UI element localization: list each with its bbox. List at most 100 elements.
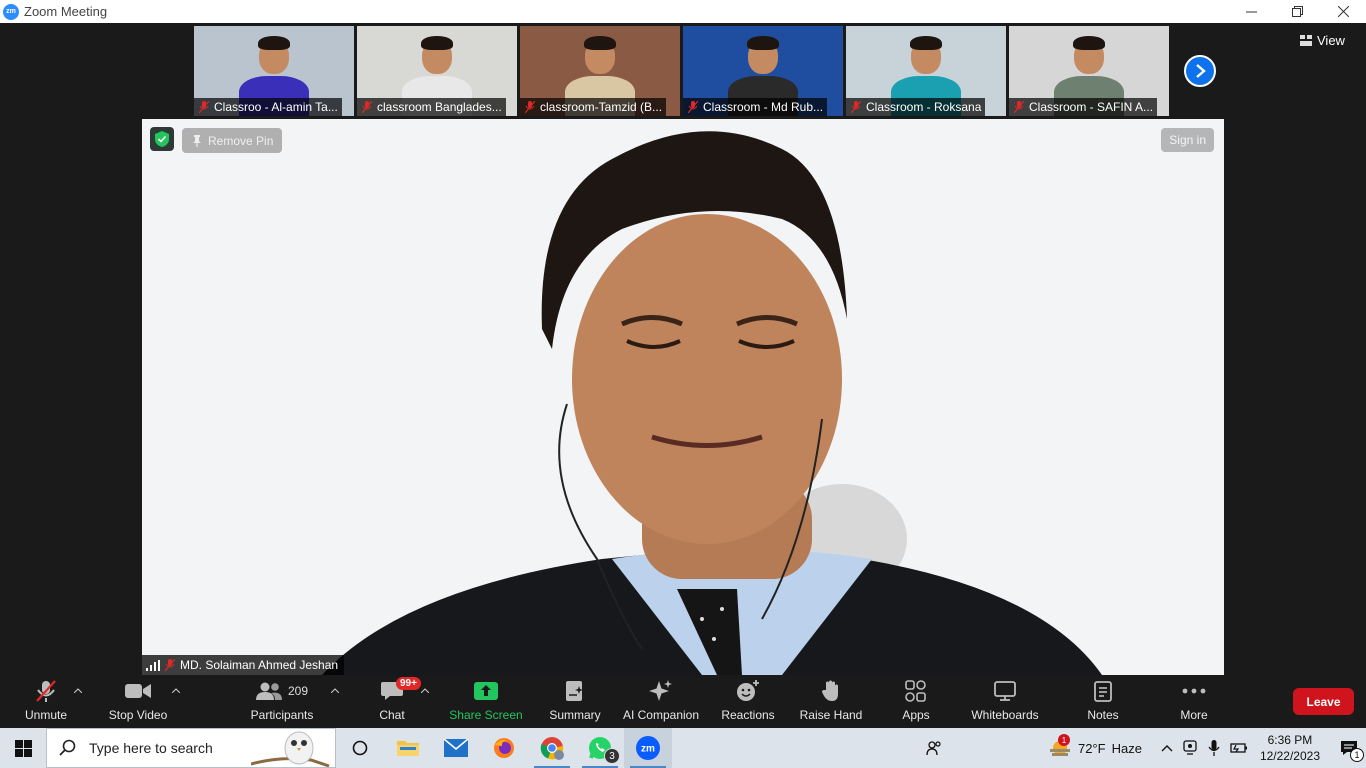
battery-tray-button[interactable] — [1226, 742, 1252, 754]
share-screen-button[interactable]: Share Screen — [446, 675, 526, 728]
meeting-area: Classroo - Al-amin Ta... classroom Bangl… — [0, 23, 1366, 675]
more-button[interactable]: More — [1174, 675, 1214, 728]
close-button[interactable] — [1320, 0, 1366, 23]
participant-name: Classroom - Md Rub... — [703, 100, 824, 114]
stop-video-label: Stop Video — [108, 708, 168, 722]
participant-name-label: Classroo - Al-amin Ta... — [194, 98, 342, 116]
window-titlebar: zm Zoom Meeting — [0, 0, 1366, 23]
ai-companion-button[interactable]: AI Companion — [620, 675, 702, 728]
chevron-right-icon — [1196, 64, 1206, 78]
mic-muted-icon — [165, 659, 175, 671]
sparkle-icon — [649, 680, 672, 701]
webcam-tray-button[interactable] — [1178, 740, 1202, 756]
taskbar-firefox[interactable] — [480, 728, 528, 768]
taskbar-whatsapp[interactable]: 3 — [576, 728, 624, 768]
security-shield-button[interactable] — [150, 127, 174, 151]
video-options-caret[interactable] — [171, 685, 181, 696]
people-button[interactable] — [920, 740, 948, 756]
clock-time: 6:36 PM — [1267, 733, 1313, 747]
notification-center-button[interactable]: 1 — [1332, 740, 1366, 762]
participant-thumbnail[interactable]: Classroom - SAFIN A... — [1009, 26, 1169, 116]
task-view-button[interactable] — [336, 728, 384, 768]
chevron-up-icon — [1161, 744, 1173, 751]
whatsapp-badge: 3 — [604, 748, 620, 764]
participant-hair — [747, 36, 779, 50]
minimize-button[interactable] — [1228, 0, 1274, 23]
zoom-logo: zm — [3, 3, 19, 20]
participant-thumbnail[interactable]: classroom Banglades... — [357, 26, 517, 116]
weather-widget[interactable]: 1 72°F Haze — [1048, 734, 1142, 758]
system-tray: 1 72°F Haze 6:36 PM 12/22/2023 1 — [920, 728, 1366, 768]
svg-text:zm: zm — [641, 744, 655, 755]
participant-name: classroom-Tamzid (B... — [540, 100, 663, 114]
window-title: Zoom Meeting — [24, 4, 108, 19]
participant-thumbnail[interactable]: classroom-Tamzid (B... — [520, 26, 680, 116]
chat-unread-badge: 99+ — [396, 677, 421, 690]
start-button[interactable] — [0, 728, 46, 768]
apps-icon — [905, 680, 926, 702]
more-dots-icon — [1182, 688, 1206, 694]
participants-button[interactable]: 209 Participants — [246, 675, 318, 728]
window-controls — [1228, 0, 1366, 23]
mic-muted-icon — [199, 101, 209, 113]
view-label: View — [1317, 33, 1345, 48]
participant-hair — [421, 36, 453, 50]
leave-label: Leave — [1306, 694, 1341, 709]
reactions-button[interactable]: Reactions — [718, 675, 778, 728]
mic-muted-icon — [688, 101, 698, 113]
participant-thumbnail[interactable]: Classroom - Md Rub... — [683, 26, 843, 116]
participant-name: Classroom - SAFIN A... — [1029, 100, 1154, 114]
raise-hand-label: Raise Hand — [799, 708, 863, 722]
participant-thumbnail[interactable]: Classroom - Roksana — [846, 26, 1006, 116]
participants-options-caret[interactable] — [330, 685, 340, 696]
show-hidden-icons-button[interactable] — [1156, 744, 1178, 752]
mail-icon — [444, 739, 468, 757]
participant-name: classroom Banglades... — [377, 100, 502, 114]
whiteboards-button[interactable]: Whiteboards — [966, 675, 1044, 728]
taskbar-chrome[interactable] — [528, 728, 576, 768]
taskbar-zoom[interactable]: zm — [624, 728, 672, 768]
participant-name-label: Classroom - Roksana — [846, 98, 986, 116]
audio-options-caret[interactable] — [73, 685, 83, 696]
restore-button[interactable] — [1274, 0, 1320, 23]
chevron-up-icon — [171, 688, 181, 694]
raise-hand-button[interactable]: Raise Hand — [798, 675, 864, 728]
view-button[interactable]: View — [1300, 33, 1345, 48]
microphone-tray-button[interactable] — [1202, 740, 1226, 756]
participant-thumbnail[interactable]: Classroo - Al-amin Ta... — [194, 26, 354, 116]
taskbar-search-box[interactable]: Type here to search — [46, 728, 336, 768]
notes-button[interactable]: Notes — [1082, 675, 1124, 728]
mic-muted-icon — [1014, 101, 1024, 113]
zoom-app-icon: zm — [636, 736, 660, 760]
taskbar-clock[interactable]: 6:36 PM 12/22/2023 — [1260, 732, 1320, 764]
search-placeholder: Type here to search — [89, 740, 213, 756]
chat-options-caret[interactable] — [420, 685, 430, 696]
taskbar-mail[interactable] — [432, 728, 480, 768]
folder-icon — [397, 741, 419, 756]
active-speaker-video: Remove Pin Sign in MD. Solaiman Ahmed Je… — [142, 119, 1224, 675]
apps-button[interactable]: Apps — [896, 675, 936, 728]
taskbar-file-explorer[interactable] — [384, 728, 432, 768]
chevron-up-icon — [420, 688, 430, 694]
remove-pin-button[interactable]: Remove Pin — [182, 128, 283, 153]
participant-hair — [910, 36, 942, 50]
stop-video-button[interactable]: Stop Video — [104, 675, 172, 728]
participant-name-label: Classroom - Md Rub... — [683, 98, 828, 116]
remove-pin-label: Remove Pin — [208, 133, 274, 148]
chrome-icon — [540, 737, 564, 760]
search-icon — [59, 739, 76, 756]
leave-button[interactable]: Leave — [1293, 688, 1354, 715]
chevron-up-icon — [330, 688, 340, 694]
share-screen-label: Share Screen — [449, 708, 523, 722]
speaker-name: MD. Solaiman Ahmed Jeshan — [180, 658, 339, 672]
participant-hair — [584, 36, 616, 50]
unmute-button[interactable]: Unmute — [18, 675, 74, 728]
summary-button[interactable]: Summary — [545, 675, 605, 728]
participant-name-label: classroom-Tamzid (B... — [520, 98, 667, 116]
next-page-button[interactable] — [1184, 55, 1216, 87]
windows-taskbar: Type here to search 3 zm 1 72°F Haze 6:3… — [0, 728, 1366, 768]
chat-label: Chat — [379, 708, 405, 722]
sign-in-button[interactable]: Sign in — [1161, 128, 1214, 152]
participants-count: 209 — [287, 684, 309, 698]
temperature: 72°F — [1077, 740, 1106, 756]
